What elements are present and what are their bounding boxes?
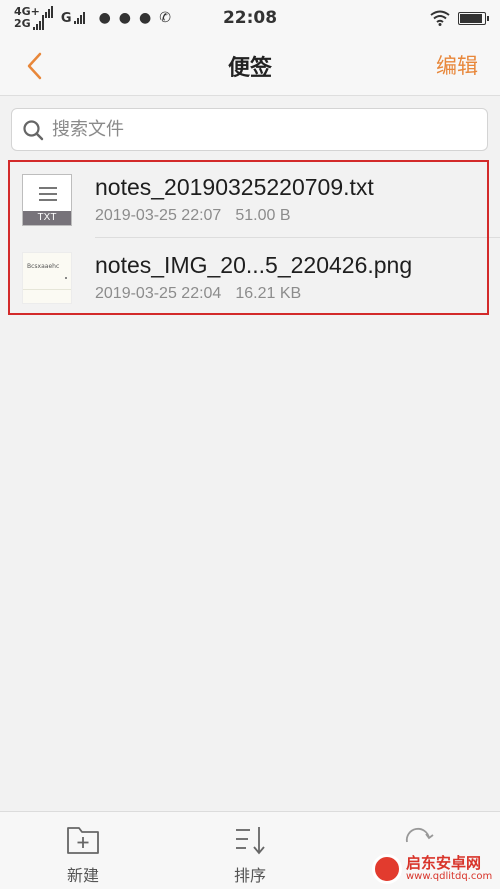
- lines-icon: [39, 187, 57, 205]
- new-label: 新建: [66, 866, 99, 885]
- page-title: 便签: [227, 55, 272, 81]
- file-item[interactable]: TXT notes_20190325220709.txt 2019-03-25 …: [0, 160, 500, 238]
- new-folder-icon: [67, 827, 99, 854]
- header: 便签 编辑: [0, 36, 500, 96]
- image-thumbnail: Bcsxaaehc: [22, 252, 72, 304]
- search-input[interactable]: [52, 119, 452, 140]
- file-name: notes_IMG_20...5_220426.png: [95, 252, 413, 278]
- thumbnail-text: Bcsxaaehc: [27, 263, 60, 270]
- battery-icon: [458, 11, 489, 25]
- signal-icon: [41, 6, 53, 18]
- file-date: 2019-03-25 22:07: [95, 207, 222, 224]
- notification-icons: ● ● ● ✆: [99, 10, 171, 26]
- message-icon: ●: [139, 10, 152, 26]
- file-item[interactable]: Bcsxaaehc notes_IMG_20...5_220426.png 20…: [0, 238, 500, 316]
- network-indicator: 4G+ 2G: [14, 6, 53, 30]
- sort-icon: [236, 827, 265, 855]
- wifi-icon: [430, 10, 450, 26]
- watermark-logo-icon: [372, 854, 402, 884]
- file-date: 2019-03-25 22:04: [95, 285, 222, 302]
- watermark: 启东安卓网 www.qdlitdq.com: [372, 852, 500, 889]
- phone-icon: ✆: [159, 10, 171, 26]
- signal-icon: [32, 18, 44, 30]
- signal-icon: [73, 12, 85, 24]
- file-meta: 2019-03-25 22:07 51.00 B: [95, 207, 290, 225]
- wechat-icon: ●: [118, 10, 132, 26]
- watermark-name: 启东安卓网: [406, 854, 482, 872]
- edit-button[interactable]: 编辑: [436, 50, 478, 80]
- battery-level: [460, 13, 482, 23]
- search-bar[interactable]: [11, 108, 488, 151]
- sort-button[interactable]: 排序: [210, 824, 290, 886]
- file-list: TXT notes_20190325220709.txt 2019-03-25 …: [0, 160, 500, 316]
- net-bottom-label: 2G: [14, 17, 31, 30]
- status-left: 4G+ 2G G ● ● ● ✆: [14, 6, 171, 30]
- back-button[interactable]: [20, 50, 50, 82]
- app-notification-icon: ●: [98, 10, 111, 26]
- status-bar: 4G+ 2G G ● ● ● ✆ 22:08: [0, 0, 500, 36]
- new-button[interactable]: 新建: [43, 824, 123, 886]
- file-size: 16.21 KB: [235, 285, 302, 302]
- sort-label: 排序: [233, 866, 266, 885]
- status-right: [430, 10, 489, 26]
- file-size: 51.00 B: [235, 207, 291, 224]
- chevron-left-icon: [27, 52, 42, 80]
- search-icon: [23, 119, 44, 140]
- file-meta: 2019-03-25 22:04 16.21 KB: [95, 285, 301, 303]
- g-label: G: [60, 10, 72, 26]
- text-file-icon: TXT: [22, 174, 72, 226]
- file-name: notes_20190325220709.txt: [95, 174, 374, 200]
- watermark-url: www.qdlitdq.com: [406, 871, 493, 882]
- g-network: G: [61, 11, 85, 26]
- file-type-label: TXT: [23, 211, 71, 225]
